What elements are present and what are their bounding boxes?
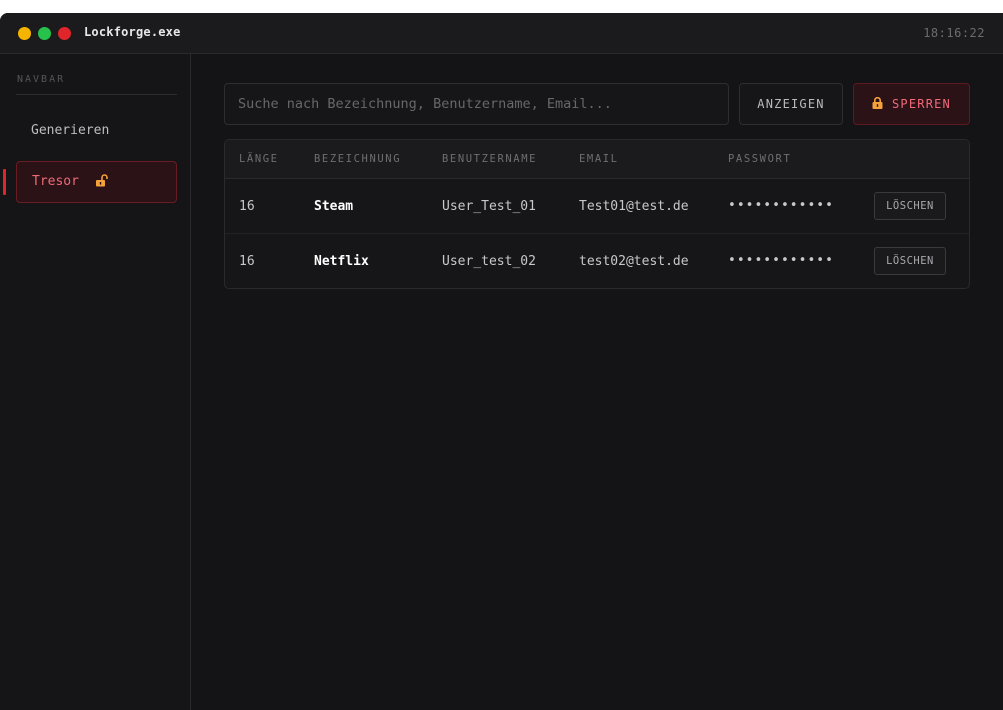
vault-table: LÄNGE BEZEICHNUNG BENUTZERNAME EMAIL PAS… [224, 139, 970, 289]
cell-length: 16 [239, 199, 255, 214]
maximize-button[interactable] [38, 27, 51, 40]
table-row[interactable]: 16 Steam User_Test_01 Test01@test.de •••… [225, 179, 969, 234]
delete-button[interactable]: LÖSCHEN [874, 247, 946, 275]
sidebar-item-generieren[interactable]: Generieren [16, 111, 177, 153]
lock-icon [872, 96, 883, 112]
column-header-username[interactable]: BENUTZERNAME [442, 153, 537, 165]
search-input[interactable] [224, 83, 729, 125]
lock-button-label: SPERREN [892, 97, 951, 111]
clock: 18:16:22 [923, 26, 985, 40]
sidebar-item-label: Tresor [32, 174, 79, 189]
cell-password: •••••••••••• [728, 198, 834, 213]
delete-button-label: LÖSCHEN [886, 200, 934, 212]
sidebar: NAVBAR Generieren Tresor [0, 54, 191, 710]
close-button[interactable] [58, 27, 71, 40]
cell-username: User_test_02 [442, 254, 536, 269]
cell-name: Steam [314, 199, 354, 214]
show-button-label: ANZEIGEN [757, 97, 825, 111]
main-content: ANZEIGEN SPERREN LÄNGE BEZEICHNUNG BENUT… [191, 54, 1003, 710]
cell-email: test02@test.de [579, 254, 689, 269]
nav-heading: NAVBAR [17, 74, 66, 85]
delete-button-label: LÖSCHEN [886, 255, 934, 267]
column-header-password[interactable]: PASSWORT [728, 153, 791, 165]
lock-open-icon [95, 164, 108, 204]
minimize-button[interactable] [18, 27, 31, 40]
delete-button[interactable]: LÖSCHEN [874, 192, 946, 220]
cell-name: Netflix [314, 254, 369, 269]
cell-email: Test01@test.de [579, 199, 689, 214]
title-bar: Lockforge.exe 18:16:22 [0, 13, 1003, 54]
table-row[interactable]: 16 Netflix User_test_02 test02@test.de •… [225, 234, 969, 288]
show-passwords-button[interactable]: ANZEIGEN [739, 83, 843, 125]
sidebar-item-tresor[interactable]: Tresor [16, 161, 177, 203]
cell-username: User_Test_01 [442, 199, 536, 214]
app-title: Lockforge.exe [84, 25, 181, 39]
sidebar-item-label: Generieren [31, 123, 110, 138]
active-nav-indicator [3, 169, 6, 195]
column-header-length[interactable]: LÄNGE [239, 153, 279, 165]
lock-vault-button[interactable]: SPERREN [853, 83, 970, 125]
cell-password: •••••••••••• [728, 253, 834, 268]
nav-divider [16, 94, 177, 95]
app-window: Lockforge.exe 18:16:22 NAVBAR Generieren… [0, 13, 1003, 710]
cell-length: 16 [239, 254, 255, 269]
table-header: LÄNGE BEZEICHNUNG BENUTZERNAME EMAIL PAS… [225, 140, 969, 179]
column-header-name[interactable]: BEZEICHNUNG [314, 153, 401, 165]
column-header-email[interactable]: EMAIL [579, 153, 619, 165]
